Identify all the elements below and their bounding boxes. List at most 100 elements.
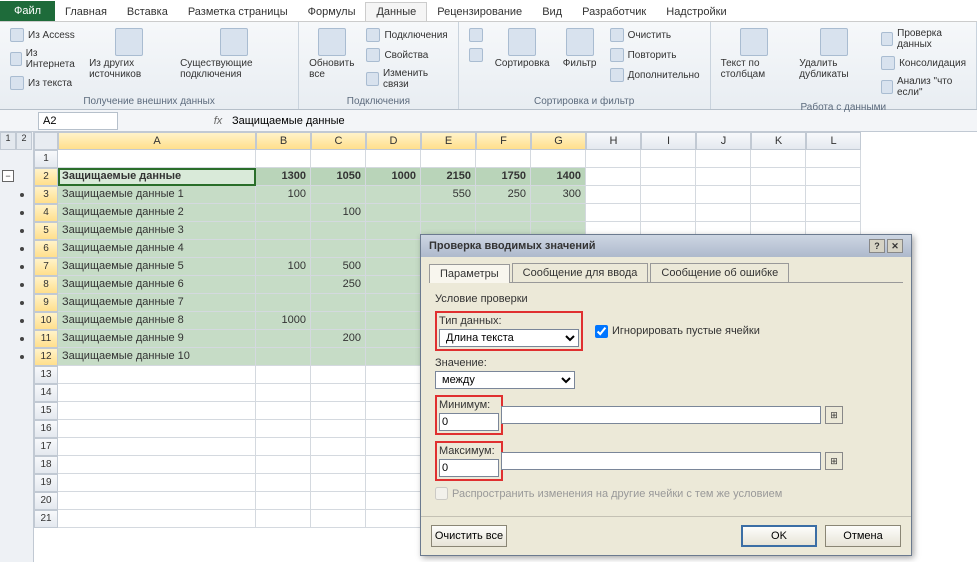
cell[interactable] <box>751 168 806 186</box>
cell[interactable] <box>311 492 366 510</box>
col-header-F[interactable]: F <box>476 132 531 150</box>
row-header[interactable]: 13 <box>34 366 58 384</box>
row-header[interactable]: 9 <box>34 294 58 312</box>
cell[interactable] <box>311 348 366 366</box>
cancel-button[interactable]: Отмена <box>825 525 901 547</box>
file-tab[interactable]: Файл <box>0 1 55 21</box>
cell[interactable] <box>366 312 421 330</box>
formula-input[interactable] <box>228 112 977 130</box>
tab-home[interactable]: Главная <box>55 3 117 21</box>
row-header[interactable]: 18 <box>34 456 58 474</box>
row-header[interactable]: 21 <box>34 510 58 528</box>
cell[interactable]: 1400 <box>531 168 586 186</box>
advanced-filter-button[interactable]: Дополнительно <box>606 66 704 84</box>
ok-button[interactable]: OK <box>741 525 817 547</box>
tab-dev[interactable]: Разработчик <box>572 3 656 21</box>
cell[interactable]: 100 <box>256 186 311 204</box>
cell[interactable]: Защищаемые данные 10 <box>58 348 256 366</box>
max-input[interactable] <box>439 459 499 477</box>
cell[interactable] <box>696 150 751 168</box>
cell[interactable] <box>641 168 696 186</box>
cell[interactable] <box>311 456 366 474</box>
cell[interactable] <box>366 186 421 204</box>
ignore-blank-checkbox[interactable] <box>595 325 608 338</box>
cell[interactable] <box>58 510 256 528</box>
cell[interactable]: Защищаемые данные 5 <box>58 258 256 276</box>
cell[interactable]: Защищаемые данные 8 <box>58 312 256 330</box>
tab-inputmsg[interactable]: Сообщение для ввода <box>512 263 649 282</box>
cell[interactable] <box>256 348 311 366</box>
cell[interactable]: 100 <box>256 258 311 276</box>
col-header-J[interactable]: J <box>696 132 751 150</box>
cell[interactable] <box>366 366 421 384</box>
cell[interactable] <box>311 222 366 240</box>
cell[interactable] <box>366 474 421 492</box>
cell[interactable]: 1750 <box>476 168 531 186</box>
tab-errmsg[interactable]: Сообщение об ошибке <box>650 263 789 282</box>
tab-params[interactable]: Параметры <box>429 264 510 283</box>
min-ref-button[interactable]: ⊞ <box>825 406 843 424</box>
cell[interactable] <box>58 456 256 474</box>
cell[interactable] <box>366 492 421 510</box>
col-header-I[interactable]: I <box>641 132 696 150</box>
cell[interactable] <box>256 240 311 258</box>
outline-level-1[interactable]: 1 <box>0 132 16 150</box>
type-select[interactable]: Длина текста <box>439 329 579 347</box>
cell[interactable] <box>311 240 366 258</box>
cell[interactable] <box>311 294 366 312</box>
cell[interactable] <box>256 438 311 456</box>
cell[interactable]: 1050 <box>311 168 366 186</box>
cell[interactable] <box>58 420 256 438</box>
cell[interactable] <box>58 492 256 510</box>
cell[interactable] <box>256 150 311 168</box>
sort-button[interactable]: Сортировка <box>491 26 554 71</box>
outline-collapse[interactable]: − <box>2 170 14 182</box>
cell[interactable]: 250 <box>311 276 366 294</box>
cell[interactable] <box>696 168 751 186</box>
sort-az-button[interactable] <box>465 26 487 44</box>
reapply-button[interactable]: Повторить <box>606 46 704 64</box>
cell[interactable] <box>366 258 421 276</box>
from-other-button[interactable]: Из других источников <box>85 26 172 82</box>
cell[interactable]: Защищаемые данные 9 <box>58 330 256 348</box>
row-header[interactable]: 16 <box>34 420 58 438</box>
row-header[interactable]: 17 <box>34 438 58 456</box>
row-header[interactable]: 3 <box>34 186 58 204</box>
cell[interactable] <box>256 330 311 348</box>
tab-data[interactable]: Данные <box>365 2 427 21</box>
cell[interactable] <box>806 186 861 204</box>
cell[interactable] <box>366 348 421 366</box>
cell[interactable] <box>366 276 421 294</box>
edit-links-button[interactable]: Изменить связи <box>362 66 451 92</box>
cell[interactable] <box>311 150 366 168</box>
cell[interactable] <box>58 366 256 384</box>
row-header[interactable]: 7 <box>34 258 58 276</box>
refresh-all-button[interactable]: Обновить все <box>305 26 358 82</box>
cell[interactable] <box>256 384 311 402</box>
cell[interactable] <box>311 402 366 420</box>
cell[interactable] <box>256 492 311 510</box>
close-button[interactable]: ✕ <box>887 239 903 253</box>
cell[interactable]: Защищаемые данные <box>58 168 256 186</box>
cell[interactable] <box>256 510 311 528</box>
row-header[interactable]: 4 <box>34 204 58 222</box>
cell[interactable] <box>311 186 366 204</box>
cell[interactable] <box>366 222 421 240</box>
cell[interactable]: 500 <box>311 258 366 276</box>
cell[interactable] <box>751 186 806 204</box>
cell[interactable] <box>256 366 311 384</box>
col-header-G[interactable]: G <box>531 132 586 150</box>
from-access-button[interactable]: Из Access <box>6 26 81 44</box>
cell[interactable]: 300 <box>531 186 586 204</box>
cell[interactable] <box>311 420 366 438</box>
cell[interactable]: 100 <box>311 204 366 222</box>
cell[interactable]: 1000 <box>366 168 421 186</box>
cell[interactable] <box>58 384 256 402</box>
cell[interactable]: 1000 <box>256 312 311 330</box>
cell[interactable] <box>58 474 256 492</box>
cell[interactable] <box>641 204 696 222</box>
cell[interactable] <box>256 456 311 474</box>
data-validation-button[interactable]: Проверка данных <box>877 26 970 52</box>
fx-icon[interactable]: fx <box>208 115 228 127</box>
row-header[interactable]: 6 <box>34 240 58 258</box>
